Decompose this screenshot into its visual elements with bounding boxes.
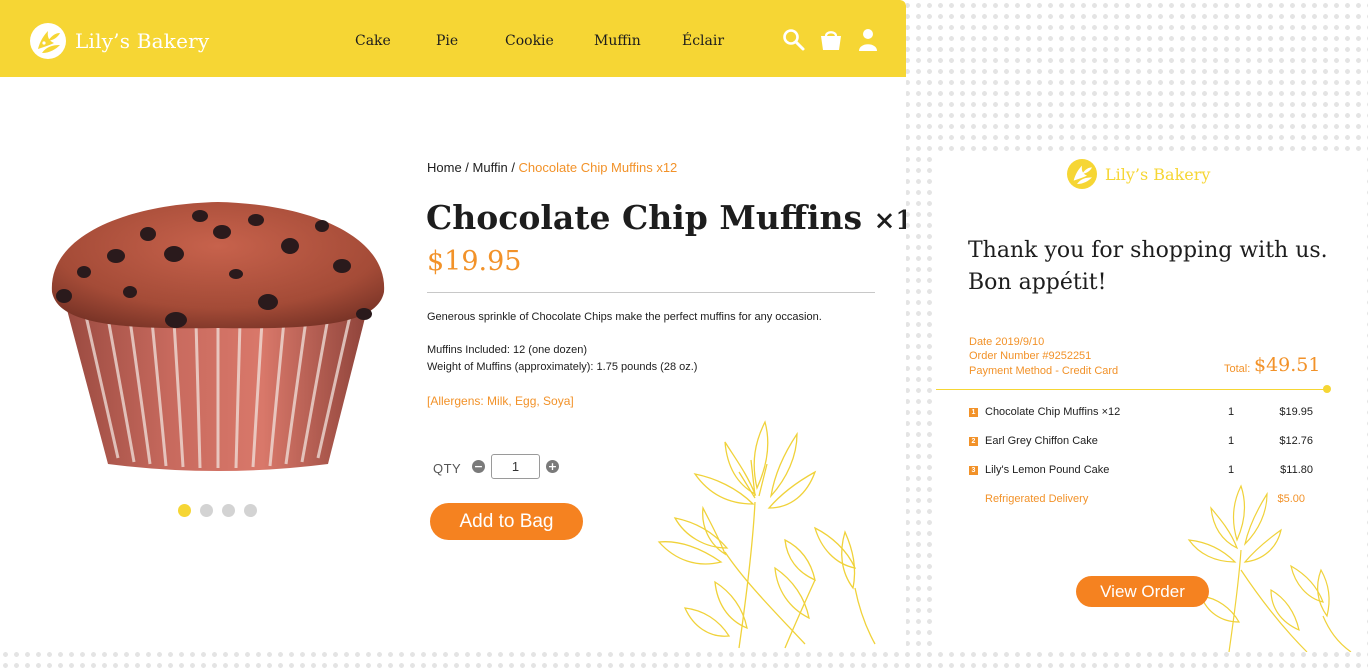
item-amount: $12.76 [1279,435,1313,447]
view-order-button[interactable]: View Order [1076,576,1209,607]
navbar: Lily’s Bakery Cake Pie Cookie Muffin Écl… [0,0,906,77]
product-title-text: Chocolate Chip Muffins [426,198,874,237]
receipt-divider [936,389,1328,390]
breadcrumb-separator: / [507,160,519,175]
order-number: Order Number #9252251 [969,350,1092,362]
breadcrumb-separator: / [461,160,473,175]
carousel-dot[interactable] [178,504,191,517]
item-name: Earl Grey Chiffon Cake [985,435,1098,447]
bon-appetit-line: Bon appétit! [968,270,1107,295]
total-amount: $49.51 [1254,354,1321,376]
item-qty: 1 [1228,435,1235,447]
user-icon[interactable] [855,27,881,53]
breadcrumb-current: Chocolate Chip Muffins x12 [518,160,678,175]
item-index-badge: 1 [969,408,978,417]
delivery-name: Refrigerated Delivery [985,493,1089,505]
receipt-brand-logo: Lily’s Bakery [1067,159,1210,189]
item-name: Chocolate Chip Muffins ×12 [985,406,1121,418]
product-included: Muffins Included: 12 (one dozen) [427,344,588,356]
nav-item-eclair[interactable]: Éclair [682,33,724,49]
add-to-bag-button[interactable]: Add to Bag [430,503,583,540]
item-amount: $19.95 [1279,406,1313,418]
brand-logo[interactable]: Lily’s Bakery [30,23,209,59]
lily-logo-icon [1067,159,1097,189]
breadcrumb: Home / Muffin / Chocolate Chip Muffins x… [427,160,677,175]
nav-item-muffin[interactable]: Muffin [594,33,641,49]
product-description: Generous sprinkle of Chocolate Chips mak… [427,311,822,323]
shopping-bag-icon[interactable] [818,27,844,53]
item-qty: 1 [1228,464,1235,476]
payment-method: Payment Method - Credit Card [969,365,1119,377]
carousel-dots [178,504,257,517]
carousel-dot[interactable] [200,504,213,517]
nav-item-pie[interactable]: Pie [436,33,458,49]
qty-decrement-button[interactable]: − [472,460,485,473]
nav-item-cake[interactable]: Cake [355,33,391,49]
lily-flower-illustration [655,412,880,652]
thank-you-message: Thank you for shopping with us. Bon appé… [968,235,1328,299]
receipt-brand-name: Lily’s Bakery [1105,164,1211,184]
allergens-note: [Allergens: Milk, Egg, Soya] [427,394,574,408]
order-receipt: Lily’s Bakery Thank you for shopping wit… [936,155,1363,652]
product-weight: Weight of Muffins (approximately): 1.75 … [427,361,698,373]
breadcrumb-muffin[interactable]: Muffin [473,160,508,175]
brand-name: Lily’s Bakery [75,29,210,53]
item-index-badge: 3 [969,466,978,475]
breadcrumb-home[interactable]: Home [427,160,462,175]
product-price: $19.95 [427,246,522,277]
item-index-badge: 2 [969,437,978,446]
product-title-quantity: ×12 [873,206,906,236]
search-icon[interactable] [781,27,807,53]
qty-input[interactable] [491,454,540,479]
product-title: Chocolate Chip Muffins ×12 [426,198,906,237]
lily-flower-illustration [1181,480,1361,652]
thank-you-line: Thank you for shopping with us. [968,238,1328,263]
order-date: Date 2019/9/10 [969,336,1045,348]
order-item-row: 3 Lily's Lemon Pound Cake 1 $11.80 [936,464,1363,480]
total-label: Total: [1224,363,1251,375]
nav-item-cookie[interactable]: Cookie [505,33,554,49]
order-item-row: 2 Earl Grey Chiffon Cake 1 $12.76 [936,435,1363,451]
receipt-divider-dot [1323,385,1331,393]
divider [427,292,875,293]
product-image [46,196,390,482]
qty-increment-button[interactable]: + [546,460,559,473]
lily-logo-icon [30,23,66,59]
qty-label: QTY [433,461,462,476]
carousel-dot[interactable] [222,504,235,517]
order-item-row: 1 Chocolate Chip Muffins ×12 1 $19.95 [936,406,1363,422]
product-page: Lily’s Bakery Cake Pie Cookie Muffin Écl… [0,0,906,652]
item-qty: 1 [1228,406,1235,418]
item-amount: $11.80 [1280,464,1313,476]
carousel-dot[interactable] [244,504,257,517]
item-name: Lily's Lemon Pound Cake [985,464,1110,476]
